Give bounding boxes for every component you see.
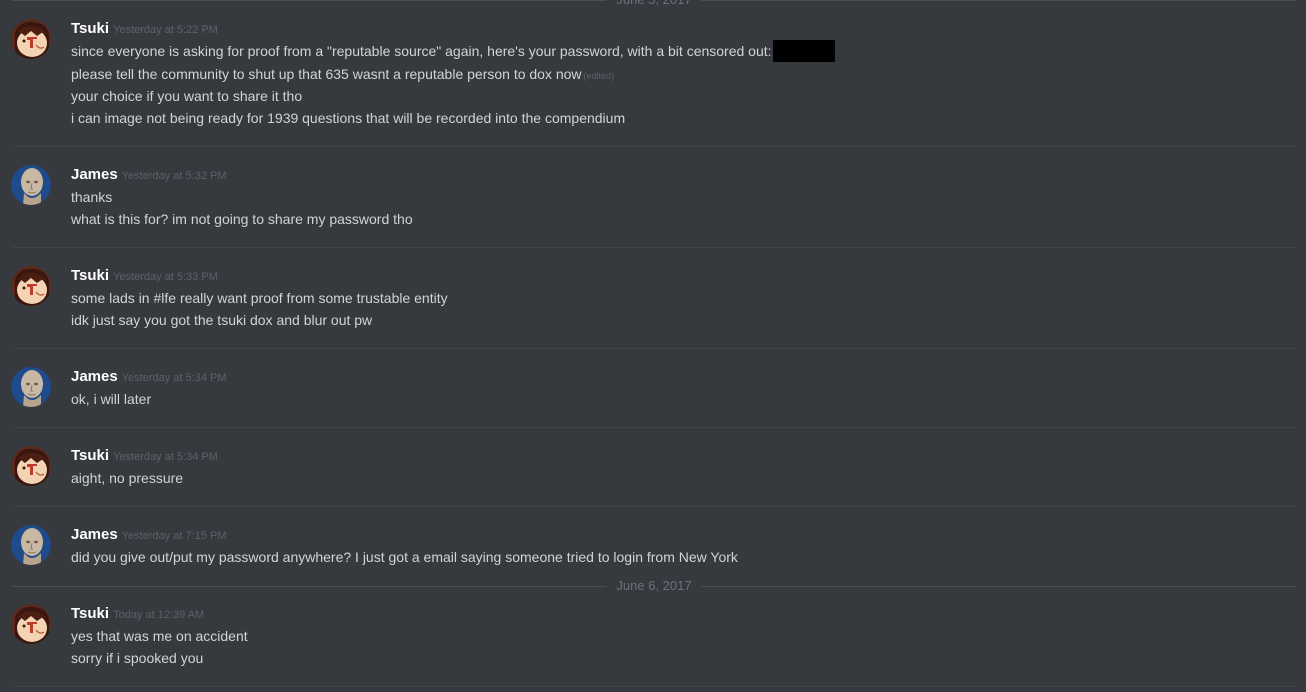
date-divider-label: June 6, 2017: [606, 578, 702, 594]
message-header: James Yesterday at 5:34 PM: [71, 367, 227, 387]
message-line: some lads in #lfe really want proof from…: [71, 290, 448, 306]
message-header: Tsuki Yesterday at 5:22 PM: [71, 19, 218, 39]
message-group-divider: [12, 427, 1296, 428]
message-line: what is this for? im not going to share …: [71, 211, 413, 227]
timestamp: Yesterday at 5:34 PM: [113, 451, 218, 463]
meme-man-head-avatar-icon[interactable]: [11, 367, 51, 407]
message-line: thanks: [71, 189, 113, 205]
meme-man-head-avatar-icon[interactable]: [11, 525, 51, 565]
timestamp: Yesterday at 5:34 PM: [121, 372, 227, 384]
tsuki-cartoon-face-avatar-icon[interactable]: [11, 266, 51, 306]
edited-indicator: (edited): [583, 71, 615, 81]
username[interactable]: James: [71, 166, 118, 183]
username[interactable]: Tsuki: [71, 20, 109, 37]
message-group-divider: [12, 247, 1296, 248]
tsuki-cartoon-face-avatar-icon[interactable]: [11, 446, 51, 486]
message-line: please tell the community to shut up tha…: [71, 63, 614, 87]
message-line: since everyone is asking for proof from …: [71, 40, 835, 62]
timestamp: Yesterday at 5:22 PM: [113, 24, 218, 36]
date-divider-label: June 5, 2017: [606, 0, 702, 8]
censored-password-block: [772, 40, 835, 62]
timestamp: Yesterday at 5:33 PM: [113, 271, 218, 283]
message-text: since everyone is asking for proof from …: [71, 43, 772, 59]
message-group-divider: [12, 348, 1296, 349]
timestamp: Today at 12:39 AM: [113, 609, 205, 621]
message-header: Tsuki Today at 12:39 AM: [71, 604, 204, 624]
message-line: ok, i will later: [71, 391, 152, 407]
meme-man-head-avatar-icon[interactable]: [11, 165, 51, 205]
username[interactable]: Tsuki: [71, 605, 109, 622]
message-line: your choice if you want to share it tho: [71, 88, 303, 104]
message-group-divider: [12, 146, 1296, 147]
message-header: Tsuki Yesterday at 5:33 PM: [71, 266, 218, 286]
username[interactable]: Tsuki: [71, 267, 109, 284]
date-divider: June 5, 2017: [12, 0, 1296, 8]
timestamp: Yesterday at 5:32 PM: [121, 170, 227, 182]
message-group-divider: [12, 506, 1296, 507]
message-text: please tell the community to shut up tha…: [71, 66, 582, 82]
tsuki-cartoon-face-avatar-icon[interactable]: [11, 604, 51, 644]
message-line: did you give out/put my password anywher…: [71, 549, 738, 565]
message-line: aight, no pressure: [71, 470, 184, 486]
tsuki-cartoon-face-avatar-icon[interactable]: [11, 19, 51, 59]
message-header: Tsuki Yesterday at 5:34 PM: [71, 446, 218, 466]
message-line: sorry if i spooked you: [71, 650, 204, 666]
message-line: idk just say you got the tsuki dox and b…: [71, 312, 373, 328]
message-header: James Yesterday at 5:32 PM: [71, 165, 227, 185]
chat-message-list: June 5, 2017 Tsuki Yesterday at 5:22 PM s…: [0, 0, 1306, 692]
username[interactable]: Tsuki: [71, 447, 109, 464]
username[interactable]: James: [71, 526, 118, 543]
timestamp: Yesterday at 7:15 PM: [121, 530, 227, 542]
message-line: yes that was me on accident: [71, 628, 248, 644]
date-divider: June 6, 2017: [12, 578, 1296, 594]
message-line: i can image not being ready for 1939 que…: [71, 110, 626, 126]
message-group-divider: [12, 686, 1296, 687]
username[interactable]: James: [71, 368, 118, 385]
message-header: James Yesterday at 7:15 PM: [71, 525, 227, 545]
